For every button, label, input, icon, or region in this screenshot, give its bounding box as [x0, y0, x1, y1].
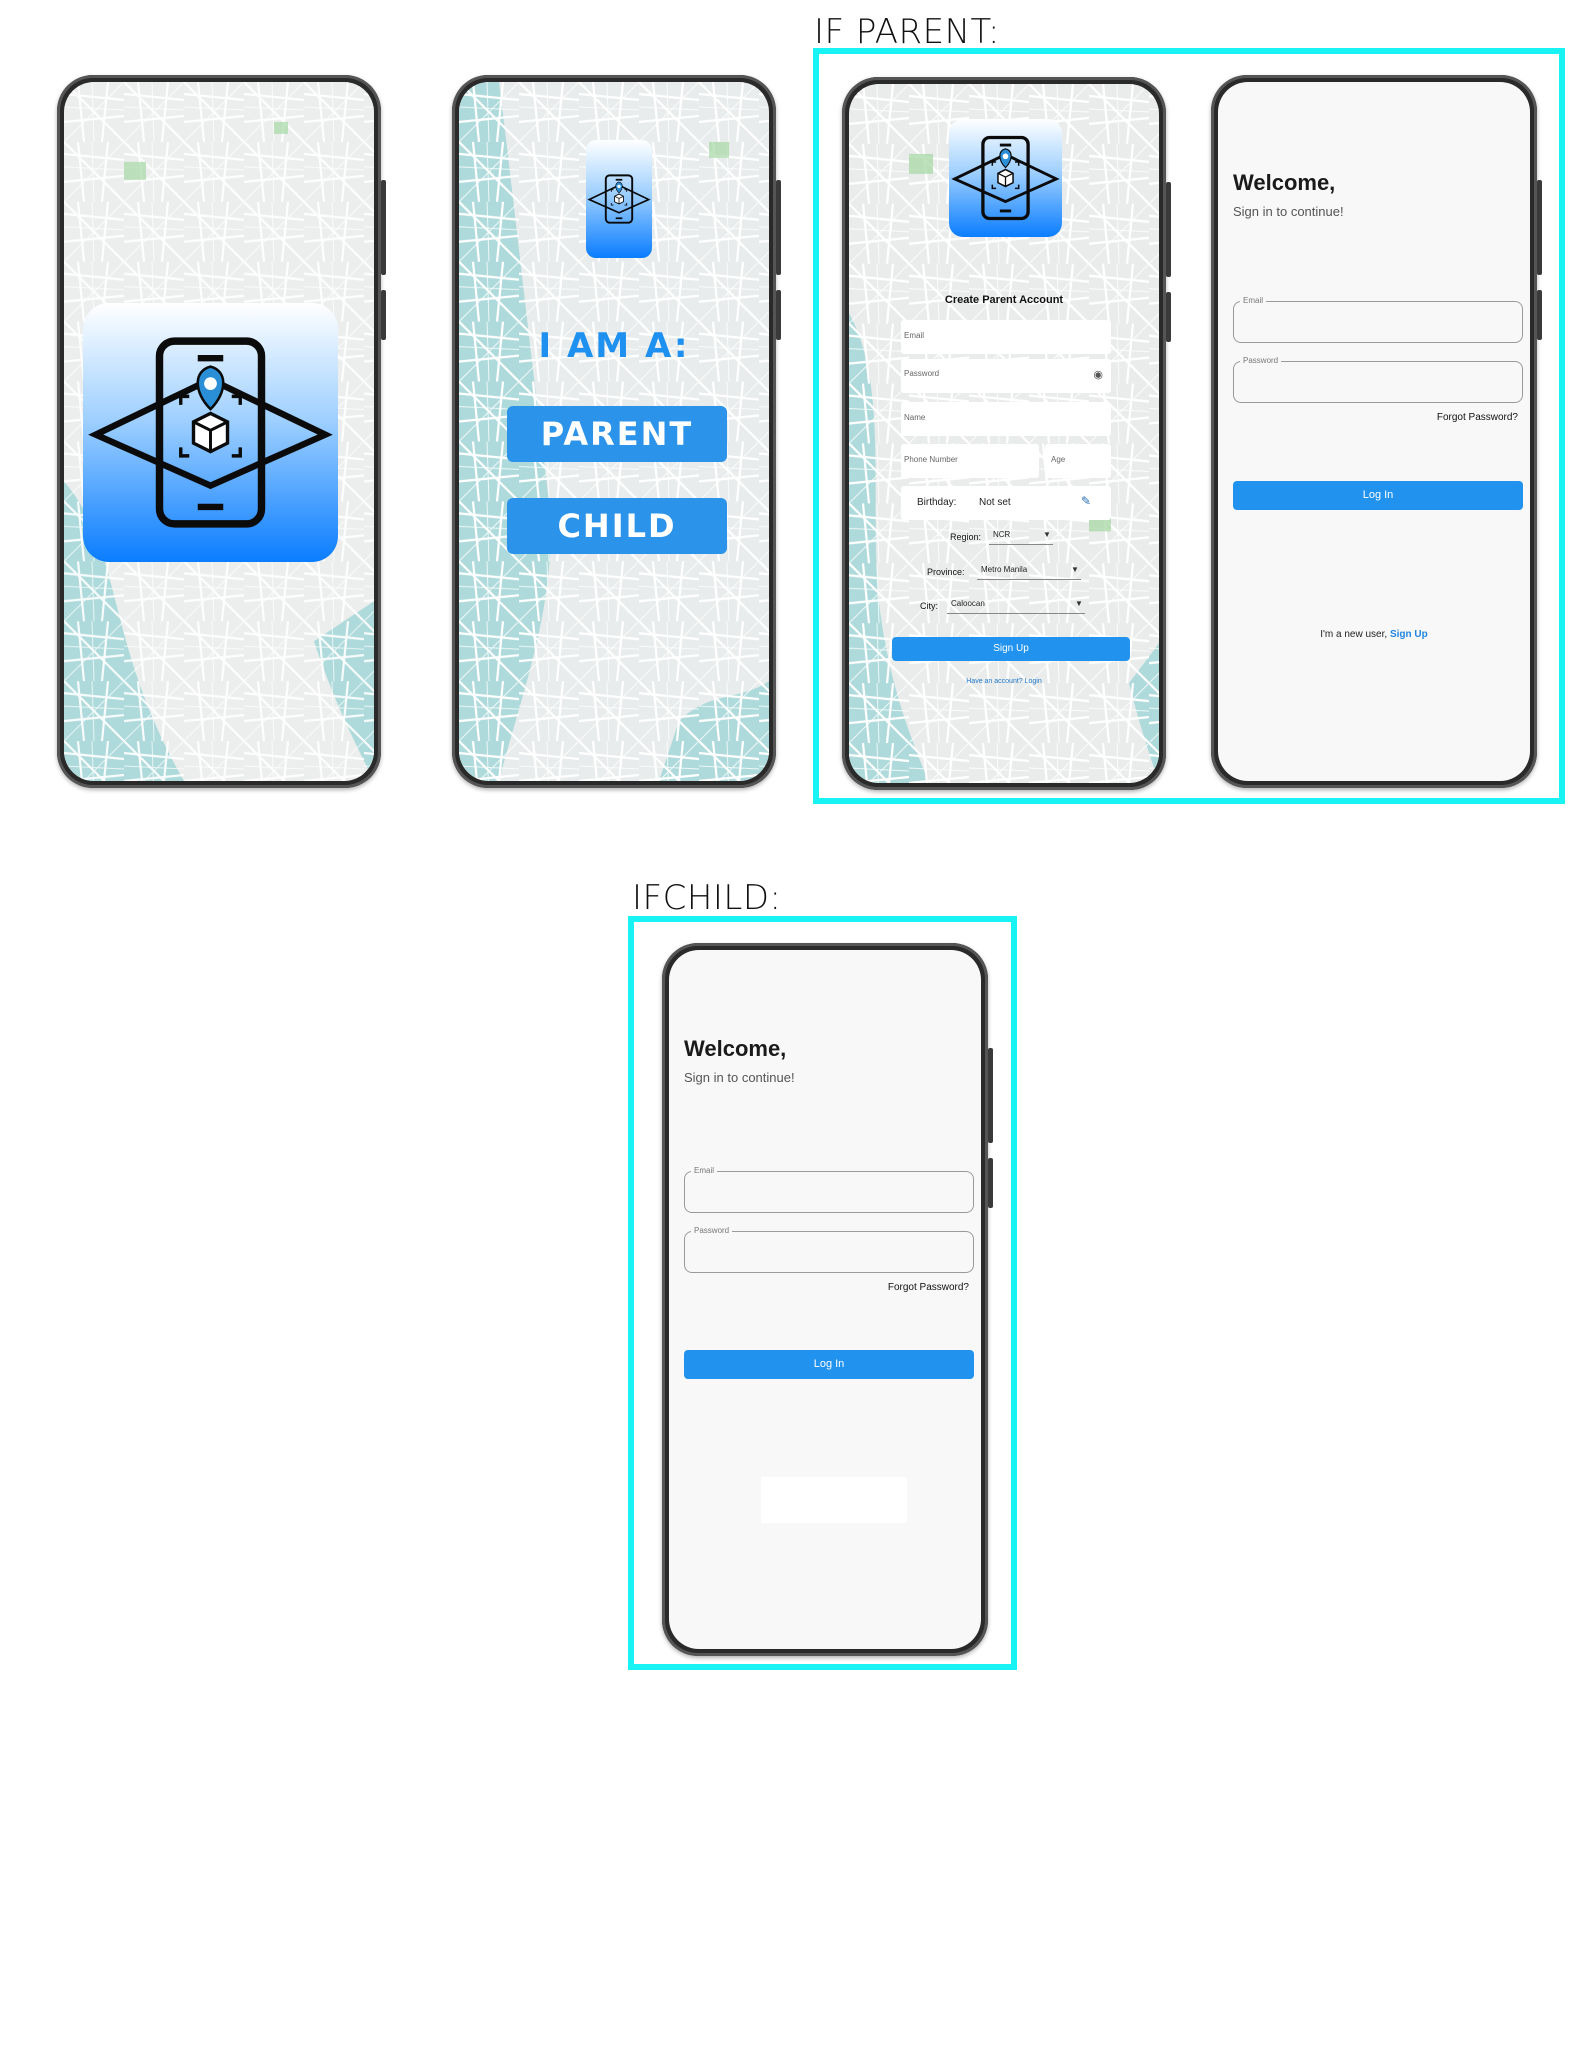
login-button[interactable]: Log In [684, 1350, 974, 1379]
app-logo [949, 119, 1062, 237]
email-field[interactable]: Email [1233, 296, 1523, 343]
login-button[interactable]: Log In [1233, 481, 1523, 510]
email-label: Email [1240, 296, 1267, 305]
welcome-subtitle: Sign in to continue! [684, 1070, 795, 1085]
name-placeholder: Name [904, 413, 926, 422]
forgot-password-link[interactable]: Forgot Password? [789, 1282, 969, 1293]
city-label: City: [920, 601, 938, 611]
birthday-label: Birthday: [917, 497, 957, 508]
splash-screen [64, 82, 374, 781]
welcome-heading: Welcome, [684, 1036, 787, 1061]
region-value: NCR [993, 530, 1011, 539]
password-placeholder: Password [904, 369, 940, 378]
parent-button[interactable]: PARENT [507, 406, 727, 462]
city-dropdown[interactable]: Caloocan ▼ [947, 597, 1085, 614]
if-child-label: IFCHILD: [632, 878, 782, 918]
new-user-prompt: I'm a new user, Sign Up [1218, 629, 1530, 640]
role-select-screen: I AM A: PARENT CHILD [459, 82, 769, 781]
phone-splash [57, 75, 386, 788]
password-field[interactable]: Password [1233, 356, 1523, 403]
phone-child-login: Welcome, Sign in to continue! Email Pass… [662, 943, 993, 1656]
phone-placeholder: Phone Number [904, 455, 958, 464]
pencil-icon[interactable]: ✎ [1081, 494, 1091, 508]
signup-button[interactable]: Sign Up [892, 637, 1130, 661]
province-label: Province: [927, 567, 965, 577]
welcome-subtitle: Sign in to continue! [1233, 204, 1344, 219]
phone-ar-logo-icon [83, 303, 338, 562]
new-user-text: I'm a new user, [1320, 629, 1388, 640]
password-field[interactable]: Password [684, 1226, 974, 1273]
region-label: Region: [950, 532, 982, 542]
forgot-password-link[interactable]: Forgot Password? [1338, 412, 1518, 423]
password-label: Password [691, 1226, 733, 1235]
signup-link[interactable]: Sign Up [1390, 629, 1428, 640]
password-field[interactable]: Password ◉ [901, 359, 1111, 393]
role-heading: I AM A: [538, 326, 690, 366]
if-parent-label: IF PARENT: [814, 12, 1001, 52]
child-button[interactable]: CHILD [507, 498, 727, 554]
dropdown-caret-icon: ▼ [1043, 530, 1051, 539]
city-value: Caloocan [951, 599, 985, 608]
signup-screen: Create Parent Account Email Password ◉ N… [849, 84, 1159, 783]
parent-login-screen: Welcome, Sign in to continue! Email Pass… [1218, 82, 1530, 781]
welcome-heading: Welcome, [1233, 170, 1336, 195]
email-label: Email [691, 1166, 718, 1175]
login-link[interactable]: Have an account? Login [849, 678, 1159, 685]
province-dropdown[interactable]: Metro Manila ▼ [977, 563, 1081, 580]
dropdown-caret-icon: ▼ [1071, 565, 1079, 574]
phone-parent-login: Welcome, Sign in to continue! Email Pass… [1211, 75, 1542, 788]
email-field[interactable]: Email [901, 320, 1111, 354]
phone-signup: Create Parent Account Email Password ◉ N… [842, 77, 1171, 790]
birthday-value: Not set [979, 497, 1011, 508]
phone-ar-logo-icon [588, 174, 650, 224]
blank-placeholder [761, 1477, 907, 1523]
password-label: Password [1240, 356, 1282, 365]
dropdown-caret-icon: ▼ [1075, 599, 1083, 608]
name-field[interactable]: Name [901, 402, 1111, 436]
email-field[interactable]: Email [684, 1166, 974, 1213]
phone-ar-logo-icon [953, 135, 1058, 221]
age-field[interactable]: Age [1045, 444, 1111, 478]
email-placeholder: Email [904, 331, 925, 340]
age-placeholder: Age [1051, 455, 1066, 464]
region-dropdown[interactable]: NCR ▼ [989, 528, 1053, 545]
eye-icon[interactable]: ◉ [1093, 368, 1103, 381]
child-login-screen: Welcome, Sign in to continue! Email Pass… [669, 950, 981, 1649]
app-logo [83, 303, 338, 562]
phone-role-select: I AM A: PARENT CHILD [452, 75, 781, 788]
birthday-field[interactable]: Birthday: Not set ✎ [901, 486, 1111, 520]
province-value: Metro Manila [981, 565, 1028, 574]
phone-number-field[interactable]: Phone Number [901, 444, 1039, 478]
app-logo [586, 140, 652, 258]
form-title: Create Parent Account [944, 294, 1064, 306]
